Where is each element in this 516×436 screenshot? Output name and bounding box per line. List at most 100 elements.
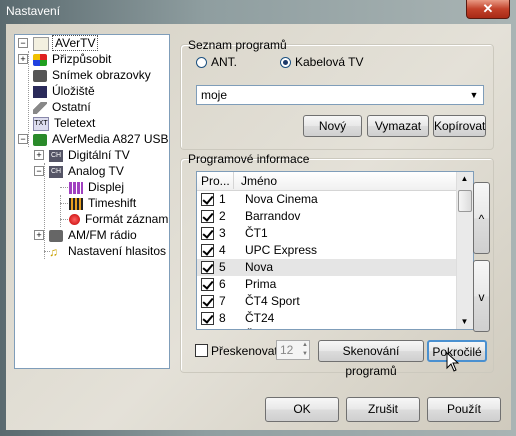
program-checkbox[interactable] <box>201 329 214 330</box>
record-icon <box>69 214 80 226</box>
camera-icon <box>33 69 47 82</box>
radio-cable[interactable] <box>280 57 291 68</box>
program-checkbox[interactable] <box>201 227 214 240</box>
tree-label: Nastavení hlasitos <box>68 244 167 258</box>
channel-icon: CH <box>49 165 63 178</box>
tree-item-other[interactable]: Ostatní <box>33 99 93 115</box>
program-info-title: Programové informace <box>188 152 310 166</box>
program-checkbox[interactable] <box>201 193 214 206</box>
program-list-title: Seznam programů <box>188 38 287 52</box>
tree-label: Úložiště <box>52 84 95 98</box>
floppy-icon <box>33 85 47 98</box>
tree-item-record-format[interactable]: Formát záznam <box>69 211 169 227</box>
rescan-checkbox[interactable] <box>195 344 208 357</box>
program-name: Nova Cinema <box>245 192 318 206</box>
tree-item-volume[interactable]: ♫ Nastavení hlasitos <box>49 243 168 259</box>
channel-icon: CH <box>49 149 63 162</box>
tree-item-display[interactable]: Displej <box>69 179 126 195</box>
program-checkbox[interactable] <box>201 244 214 257</box>
delete-button[interactable]: Vymazat <box>367 115 429 137</box>
table-row[interactable]: 8 ČT24 <box>197 310 459 327</box>
scan-button[interactable]: Skenování programů <box>318 340 424 378</box>
tree-item-customize[interactable]: Přizpůsobit <box>33 51 113 67</box>
tree-item-radio[interactable]: AM/FM rádio <box>49 227 139 243</box>
program-checkbox[interactable] <box>201 210 214 223</box>
settings-window: Nastavení ✕ − AVerTV + Přizpůsobit Sníme… <box>0 0 516 436</box>
tree-label: Formát záznam <box>85 212 169 226</box>
radio-ant-label: ANT. <box>211 55 238 69</box>
ok-button[interactable]: OK <box>265 397 339 422</box>
scroll-down-arrow-icon[interactable]: ▼ <box>458 315 471 329</box>
table-scrollbar[interactable]: ▲ ▼ <box>456 172 473 329</box>
table-row[interactable]: 3 ČT1 <box>197 225 459 242</box>
table-row[interactable]: 9 ČT2 <box>197 327 459 330</box>
program-name: ČT1 <box>245 226 268 240</box>
tree-label: AVerMedia A827 USB <box>52 132 169 146</box>
program-checkbox[interactable] <box>201 295 214 308</box>
customize-icon <box>33 53 47 66</box>
expand-toggle[interactable]: − <box>18 38 28 48</box>
settings-tree[interactable]: − AVerTV + Přizpůsobit Snímek obrazovky … <box>14 34 170 369</box>
column-header-number[interactable]: Pro... <box>201 174 230 188</box>
program-number: 7 <box>219 294 226 308</box>
tree-item-timeshift[interactable]: Timeshift <box>69 195 138 211</box>
tree-label: Timeshift <box>88 196 137 210</box>
scroll-thumb[interactable] <box>458 190 472 212</box>
tree-item-device[interactable]: AVerMedia A827 USB <box>33 131 169 147</box>
spin-arrows-icon[interactable]: ▲ ▼ <box>302 341 308 359</box>
display-icon <box>69 181 83 194</box>
program-name: UPC Express <box>245 243 318 257</box>
program-checkbox[interactable] <box>201 261 214 274</box>
copy-button[interactable]: Kopírovat <box>433 115 486 137</box>
tree-item-teletext[interactable]: TXT Teletext <box>33 115 97 131</box>
expand-toggle[interactable]: + <box>34 230 44 240</box>
radio-icon <box>49 229 63 242</box>
program-number: 4 <box>219 243 226 257</box>
tree-item-snapshot[interactable]: Snímek obrazovky <box>33 67 153 83</box>
scroll-up-arrow-icon[interactable]: ▲ <box>458 172 471 186</box>
program-table[interactable]: Pro... Jméno 1 Nova Cinema 2 Barrandov 3 ČT1 4… <box>196 171 474 330</box>
program-list-combo[interactable]: moje ▼ <box>196 85 484 105</box>
apply-button[interactable]: Použít <box>427 397 501 422</box>
cancel-button[interactable]: Zrušit <box>346 397 420 422</box>
program-checkbox[interactable] <box>201 312 214 325</box>
pencil-icon <box>33 101 47 114</box>
expand-toggle[interactable]: − <box>34 166 44 176</box>
move-up-button[interactable]: ^ <box>473 182 490 254</box>
table-row[interactable]: 6 Prima <box>197 276 459 293</box>
film-icon <box>69 197 83 210</box>
table-row[interactable]: 4 UPC Express <box>197 242 459 259</box>
window-title: Nastavení <box>6 4 61 18</box>
chevron-down-icon[interactable]: ▼ <box>467 87 481 103</box>
program-number: 1 <box>219 192 226 206</box>
move-down-button[interactable]: v <box>473 260 490 332</box>
table-row[interactable]: 1 Nova Cinema <box>197 191 459 208</box>
program-checkbox[interactable] <box>201 278 214 291</box>
column-header-name[interactable]: Jméno <box>241 174 277 188</box>
expand-toggle[interactable]: + <box>18 54 28 64</box>
program-name: Barrandov <box>245 209 301 223</box>
table-row[interactable]: 5 Nova <box>197 259 459 276</box>
program-number: 9 <box>219 328 226 329</box>
tree-item-digital-tv[interactable]: CH Digitální TV <box>49 147 132 163</box>
tree-label: Digitální TV <box>68 148 130 162</box>
program-name: Nova <box>245 260 274 274</box>
tree-item-analog-tv[interactable]: CH Analog TV <box>49 163 126 179</box>
tree-item-storage[interactable]: Úložiště <box>33 83 97 99</box>
radio-ant[interactable] <box>196 57 207 68</box>
radio-cable-label: Kabelová TV <box>295 55 364 69</box>
program-name: ČT4 Sport <box>245 294 300 308</box>
close-button[interactable]: ✕ <box>466 0 510 19</box>
tree-label: Displej <box>88 180 125 194</box>
tree-item-avertv[interactable]: AVerTV <box>33 35 99 51</box>
table-row[interactable]: 2 Barrandov <box>197 208 459 225</box>
new-button[interactable]: Nový <box>303 115 362 137</box>
expand-toggle[interactable]: − <box>18 134 28 144</box>
title-bar: Nastavení ✕ <box>0 0 516 22</box>
rescan-label: Přeskenovat: <box>211 344 282 358</box>
rescan-spinner[interactable]: 12 ▲ ▼ <box>276 340 310 360</box>
table-row[interactable]: 7 ČT4 Sport <box>197 293 459 310</box>
program-name: ČT24 <box>245 311 275 325</box>
dialog-client: − AVerTV + Přizpůsobit Snímek obrazovky … <box>6 24 511 430</box>
expand-toggle[interactable]: + <box>34 150 44 160</box>
